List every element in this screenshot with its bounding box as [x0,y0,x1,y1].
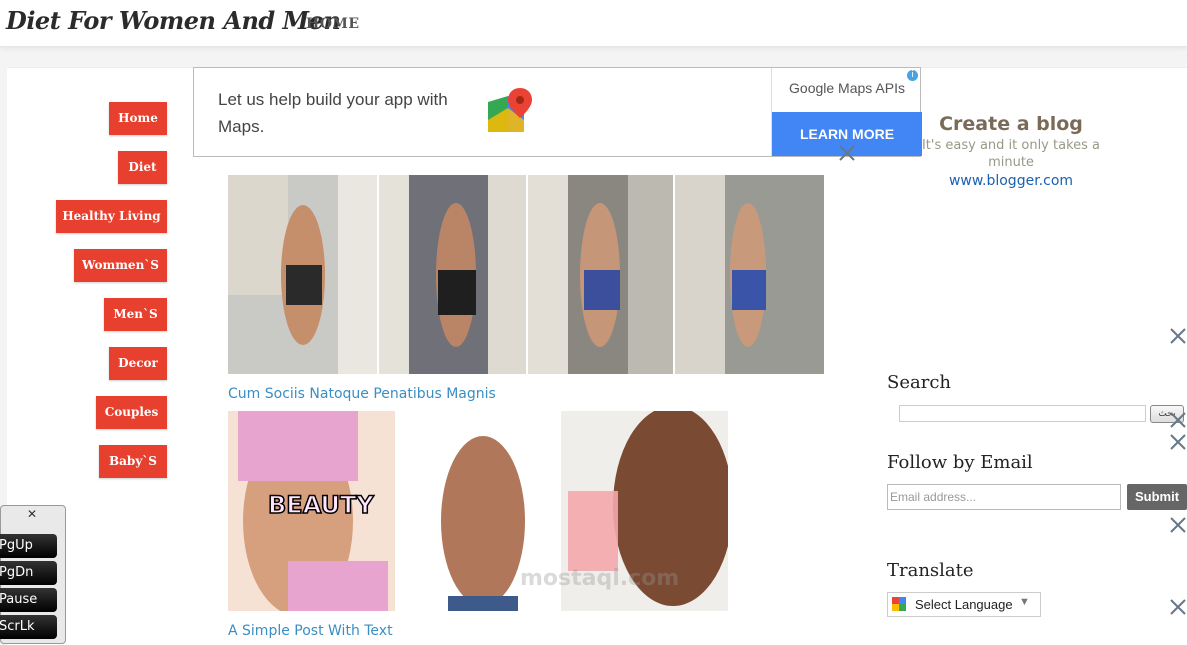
wrench-icon[interactable] [838,144,856,162]
key-pause[interactable]: Pause [0,588,57,612]
translate-heading: Translate [887,560,974,581]
close-icon[interactable]: ✕ [27,507,37,521]
key-pgdn[interactable]: PgDn [0,561,57,585]
follow-email-heading: Follow by Email [887,452,1033,473]
google-g-icon [892,597,906,611]
menu-item-babys[interactable]: Baby`S [99,445,167,478]
language-select[interactable]: Select Language ▼ [887,592,1041,617]
ad-banner[interactable]: Let us help build your app with Maps. Go… [193,67,922,157]
site-title[interactable]: Diet For Women And Men [6,6,341,35]
menu-item-healthy-living[interactable]: Healthy Living [56,200,167,233]
menu-item-couples[interactable]: Couples [96,396,167,429]
create-blog-heading[interactable]: Create a blog [921,113,1101,135]
beauty-label: BEAUTY [267,490,374,520]
nav-home-link[interactable]: HOME [306,16,360,32]
wrench-icon[interactable] [1169,516,1187,534]
menu-item-decor[interactable]: Decor [109,347,167,380]
create-blog-subtitle: It's easy and it only takes a minute [921,138,1101,170]
ad-brand: Google Maps APIs [789,80,905,96]
ad-text[interactable]: Let us help build your app with Maps. [218,86,458,140]
wrench-icon[interactable] [1169,433,1187,451]
wrench-icon[interactable] [1169,598,1187,616]
post-1-title-link[interactable]: Cum Sociis Natoque Penatibus Magnis [228,386,496,402]
menu-item-wommens[interactable]: Wommen`S [74,249,167,282]
menu-item-home[interactable]: Home [109,102,167,135]
watermark: mostaql.com [520,566,680,591]
blogger-link[interactable]: www.blogger.com [921,173,1101,189]
on-screen-keypad: ✕ PgUp PgDn Pause ScrLk [0,505,66,644]
google-maps-icon[interactable] [486,88,534,136]
search-input[interactable] [899,405,1146,422]
ad-info-icon[interactable]: i [907,70,918,81]
language-select-value: Select Language [915,597,1013,612]
post-2-title-link[interactable]: A Simple Post With Text [228,623,393,639]
wrench-icon[interactable] [1169,411,1187,429]
key-scrlk[interactable]: ScrLk [0,615,57,639]
top-bar: Diet For Women And Men HOME [0,0,1187,47]
post-1-image[interactable] [228,175,824,374]
wrench-icon[interactable] [1169,327,1187,345]
email-field[interactable]: Email address... [887,484,1121,510]
menu-item-mens[interactable]: Men`S [104,298,167,331]
submit-button[interactable]: Submit [1127,484,1187,510]
menu-item-diet[interactable]: Diet [118,151,167,184]
search-heading: Search [887,372,951,393]
key-pgup[interactable]: PgUp [0,534,57,558]
before-after-photo [228,175,824,374]
chevron-down-icon: ▼ [1019,596,1030,608]
ad-right-panel: Google Maps APIs LEARN MORE [771,68,922,156]
